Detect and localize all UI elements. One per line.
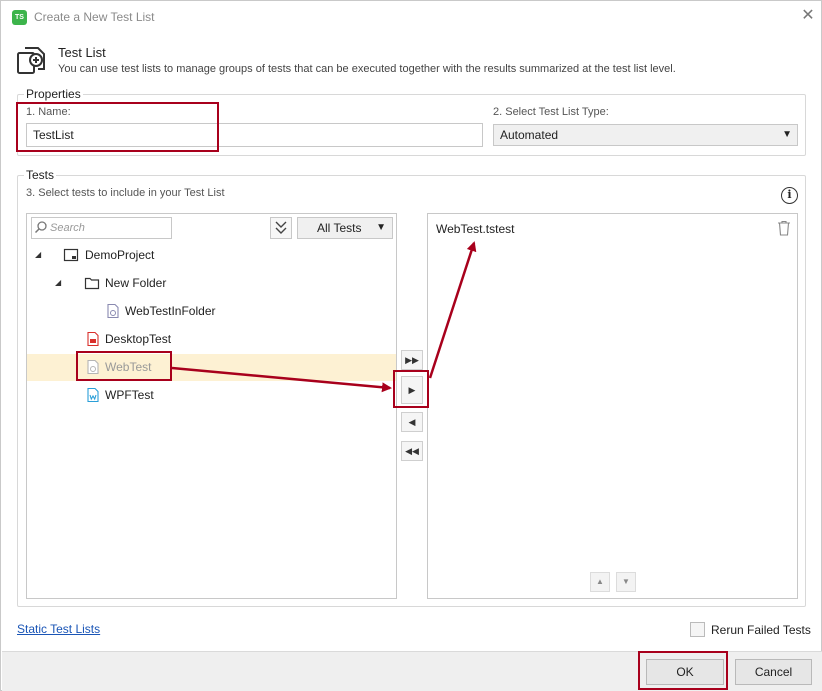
move-down-button[interactable]: ▼ [616,572,636,592]
tree-item-label: DesktopTest [105,332,172,346]
title-bar: TS Create a New Test List ✕ [1,1,821,33]
add-button-highlight [393,370,429,408]
info-icon[interactable]: i [781,187,798,204]
remove-selected-button[interactable]: ◀ [401,412,423,432]
ok-button-highlight [638,651,728,690]
type-label: 2. Select Test List Type: [493,106,609,118]
tree-item-webtestinfolder[interactable]: WebTestInFolder [27,298,396,325]
selected-tests-panel [427,213,798,599]
dropdown-arrow-icon: ▼ [782,129,792,140]
desktop-test-icon [87,331,99,347]
properties-group-label: Properties [24,87,83,101]
tree-item-desktoptest[interactable]: DesktopTest [27,326,396,353]
tests-group-label: Tests [24,168,57,182]
tree-item-label: WPFTest [105,388,154,402]
expanded-arrow-icon[interactable]: ◢ [35,250,41,259]
tree-item-label: DemoProject [85,248,155,262]
dropdown-arrow-icon: ▼ [376,222,386,233]
project-icon [63,248,79,262]
wpf-test-icon [87,387,99,403]
test-list-type-value: Automated [500,128,559,142]
webtest-highlight [76,351,172,381]
name-field-highlight [16,102,219,152]
app-logo-icon: TS [12,10,27,25]
expanded-arrow-icon[interactable]: ◢ [55,278,61,287]
search-input[interactable]: Search [31,217,172,239]
collapse-all-button[interactable] [270,217,292,239]
add-all-button[interactable]: ▶▶ [401,350,423,370]
trash-icon[interactable] [777,220,791,236]
header-title: Test List [58,45,106,60]
static-test-lists-link[interactable]: Static Test Lists [17,622,100,636]
web-test-icon [107,303,119,319]
header-description: You can use test lists to manage groups … [58,63,676,75]
move-up-button[interactable]: ▲ [590,572,610,592]
test-list-type-select[interactable]: Automated ▼ [493,124,798,146]
close-icon[interactable]: ✕ [800,7,816,25]
folder-icon [84,277,100,290]
rerun-failed-checkbox[interactable] [690,622,705,637]
search-icon [34,221,47,234]
window-title: Create a New Test List [34,10,155,24]
tests-instruction: 3. Select tests to include in your Test … [26,187,225,199]
test-filter-value: All Tests [317,221,362,235]
tree-item-wpftest[interactable]: WPFTest [27,382,396,409]
tree-item-demoproject[interactable]: ◢ DemoProject [27,242,396,269]
test-filter-dropdown[interactable]: All Tests ▼ [297,217,393,239]
cancel-button[interactable]: Cancel [735,659,812,685]
selected-test-item[interactable]: WebTest.tstest [436,222,514,236]
double-chevron-down-icon [275,221,287,234]
tree-item-label: New Folder [105,276,167,290]
remove-all-button[interactable]: ◀◀ [401,441,423,461]
test-list-icon [17,47,45,74]
tree-item-label: WebTestInFolder [125,304,216,318]
tree-item-new-folder[interactable]: ◢ New Folder [27,270,396,297]
rerun-failed-label: Rerun Failed Tests [711,623,811,637]
